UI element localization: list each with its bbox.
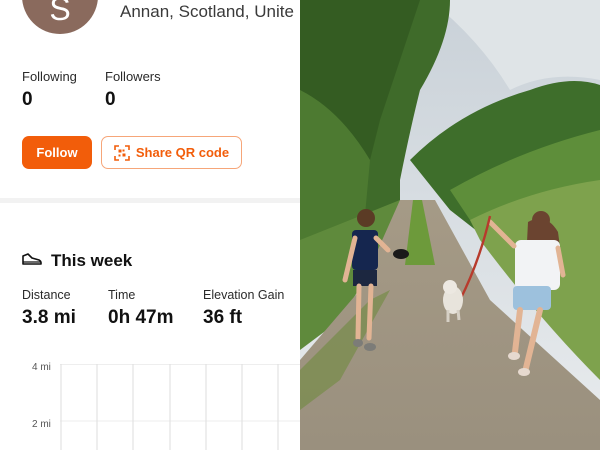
follow-button-label: Follow: [36, 145, 78, 160]
distance-value: 3.8 mi: [22, 307, 76, 328]
avatar[interactable]: S: [22, 0, 98, 34]
distance-label: Distance: [22, 288, 71, 302]
chart-y-tick-mid: 2 mi: [32, 419, 51, 430]
following-count[interactable]: 0: [22, 89, 33, 111]
this-week-title: This week: [51, 251, 133, 270]
followers-count[interactable]: 0: [105, 89, 116, 111]
qr-code-icon: [114, 144, 130, 161]
chart-y-tick-top: 4 mi: [32, 362, 51, 373]
time-label: Time: [108, 288, 136, 302]
activity-photo[interactable]: [300, 0, 600, 450]
profile-panel: S Annan, Scotland, Unite Following 0 Fol…: [0, 0, 300, 450]
shoe-icon: [22, 253, 42, 265]
time-value: 0h 47m: [108, 307, 174, 328]
profile-location: Annan, Scotland, Unite: [120, 2, 294, 21]
elevation-value: 36 ft: [203, 307, 243, 328]
share-qr-label: Share QR code: [135, 145, 230, 160]
section-divider: [0, 198, 300, 203]
weekly-chart-grid: [60, 364, 300, 450]
share-qr-button[interactable]: Share QR code: [101, 136, 242, 169]
photo-kids-walking-dog: [300, 0, 600, 450]
following-label: Following: [22, 69, 77, 84]
avatar-initial: S: [49, 0, 71, 27]
elevation-label: Elevation Gain: [203, 288, 285, 302]
follow-button[interactable]: Follow: [22, 136, 92, 169]
followers-label: Followers: [105, 69, 161, 84]
